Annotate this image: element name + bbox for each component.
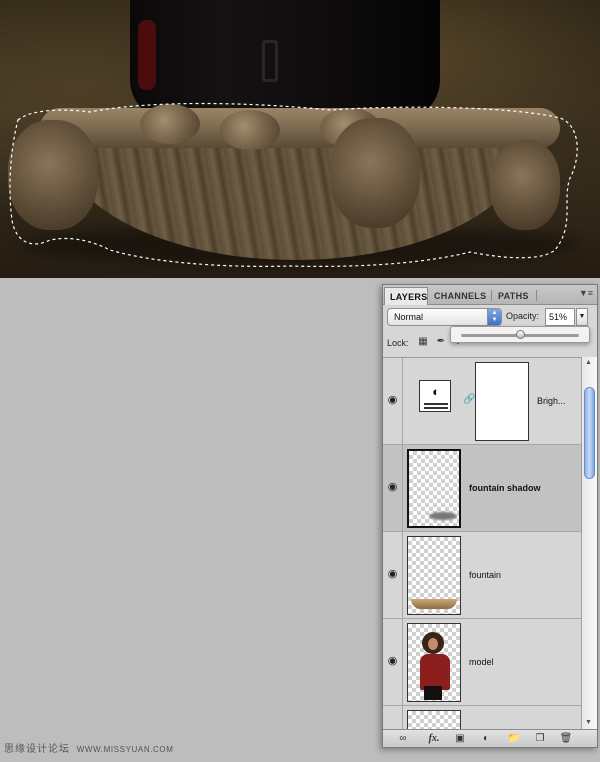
- adjustment-slider-bar: [424, 407, 448, 409]
- opacity-slider-popup: [450, 326, 590, 343]
- model-legs: [424, 686, 442, 700]
- new-layer-icon[interactable]: ❐: [533, 733, 547, 745]
- layer-row[interactable]: ◉ fountain: [383, 532, 581, 619]
- eye-icon[interactable]: ◉: [386, 395, 399, 406]
- layer-row[interactable]: [383, 706, 581, 729]
- adjustment-icon[interactable]: ◐: [479, 733, 493, 745]
- watermark-chinese: 思缘设计论坛: [4, 744, 70, 755]
- scrollbar-thumb[interactable]: [584, 387, 595, 479]
- lock-label: Lock:: [387, 338, 409, 348]
- fountain-scroll-ornament: [220, 110, 280, 150]
- fx-icon[interactable]: fx.: [425, 733, 443, 745]
- mask-icon[interactable]: ▣: [453, 733, 467, 745]
- layer-row[interactable]: ◉ model: [383, 619, 581, 706]
- document-canvas[interactable]: [0, 0, 600, 278]
- model-red-sleeve: [138, 20, 156, 90]
- lion-head-ornament: [8, 120, 98, 230]
- blend-mode-value: Normal: [394, 312, 424, 322]
- watermark-url: WWW.MISSYUAN.COM: [76, 745, 174, 754]
- tab-divider: [491, 290, 492, 301]
- fountain-scroll-ornament: [140, 104, 200, 144]
- layer-row[interactable]: ◉ fountain shadow: [383, 445, 581, 532]
- visibility-cell[interactable]: ◉: [383, 445, 403, 532]
- visibility-cell[interactable]: [383, 706, 403, 729]
- layers-list: ◉ ◐ 🔗 Brigh... ◉ fountain shadow ◉ fount…: [383, 357, 581, 729]
- belt-buckle: [262, 40, 278, 82]
- lock-transparency-icon[interactable]: ▦: [417, 336, 429, 348]
- panel-menu-icon[interactable]: ▼≡: [579, 288, 593, 298]
- tab-divider: [536, 290, 537, 301]
- layer-thumbnail[interactable]: [407, 536, 461, 615]
- fountain-thumbnail-content: [411, 599, 457, 609]
- adjustment-slider-bar: [424, 403, 448, 405]
- select-arrows-icon: ▲ ▼: [487, 309, 501, 325]
- layer-name[interactable]: model: [469, 657, 494, 667]
- model-figure: [130, 0, 440, 120]
- photoshop-workspace: LAYERS CHANNELS PATHS ▼≡ Normal ▲ ▼ Opaci…: [0, 0, 600, 762]
- opacity-label: Opacity:: [506, 311, 540, 321]
- eye-icon[interactable]: ◉: [386, 482, 399, 493]
- model-jacket: [420, 654, 450, 690]
- watermark: 思缘设计论坛 WWW.MISSYUAN.COM: [4, 740, 174, 755]
- opacity-slider-thumb[interactable]: [516, 330, 526, 339]
- visibility-cell[interactable]: ◉: [383, 358, 403, 445]
- layers-bottom-toolbar: ∞ fx. ▣ ◐ 📁 ❐ 🗑: [383, 729, 597, 747]
- chain-link-icon[interactable]: 🔗: [463, 394, 475, 405]
- layer-thumbnail[interactable]: [407, 449, 461, 528]
- visibility-cell[interactable]: ◉: [383, 619, 403, 706]
- layer-thumbnail[interactable]: [407, 710, 461, 729]
- lion-head-ornament: [330, 118, 420, 228]
- link-icon[interactable]: ∞: [395, 733, 411, 745]
- opacity-dropdown-button[interactable]: ▼: [576, 308, 588, 326]
- folder-icon[interactable]: 📁: [507, 733, 521, 745]
- visibility-cell[interactable]: ◉: [383, 532, 403, 619]
- brightness-contrast-icon: ◐: [419, 380, 451, 412]
- shadow-thumbnail-content: [429, 512, 457, 520]
- tab-channels[interactable]: CHANNELS: [429, 287, 491, 305]
- scroll-up-icon[interactable]: ▲: [585, 359, 592, 366]
- sun-half-icon: ◐: [432, 384, 440, 399]
- blend-mode-select[interactable]: Normal ▲ ▼: [387, 308, 502, 326]
- layer-name[interactable]: Brigh...: [537, 396, 566, 406]
- tab-layers[interactable]: LAYERS: [384, 287, 428, 305]
- panel-tab-bar: LAYERS CHANNELS PATHS ▼≡: [383, 285, 597, 305]
- layer-row[interactable]: ◉ ◐ 🔗 Brigh...: [383, 358, 581, 445]
- model-face: [428, 638, 438, 650]
- fountain-rim: [40, 108, 560, 148]
- trash-icon[interactable]: 🗑: [559, 733, 573, 745]
- layer-name[interactable]: fountain shadow: [469, 483, 541, 493]
- layer-name[interactable]: fountain: [469, 570, 501, 580]
- scroll-down-icon[interactable]: ▼: [585, 719, 592, 726]
- tab-paths[interactable]: PATHS: [493, 287, 535, 305]
- layers-scrollbar[interactable]: ▲ ▼: [581, 357, 597, 729]
- opacity-input[interactable]: 51%: [545, 308, 575, 326]
- eye-icon[interactable]: ◉: [386, 656, 399, 667]
- layers-panel: LAYERS CHANNELS PATHS ▼≡ Normal ▲ ▼ Opaci…: [382, 284, 598, 748]
- eye-icon[interactable]: ◉: [386, 569, 399, 580]
- lion-head-ornament: [490, 140, 560, 230]
- layer-thumbnail[interactable]: [407, 623, 461, 702]
- layer-mask-thumbnail[interactable]: [475, 362, 529, 441]
- lock-brush-icon[interactable]: ✒: [435, 336, 447, 348]
